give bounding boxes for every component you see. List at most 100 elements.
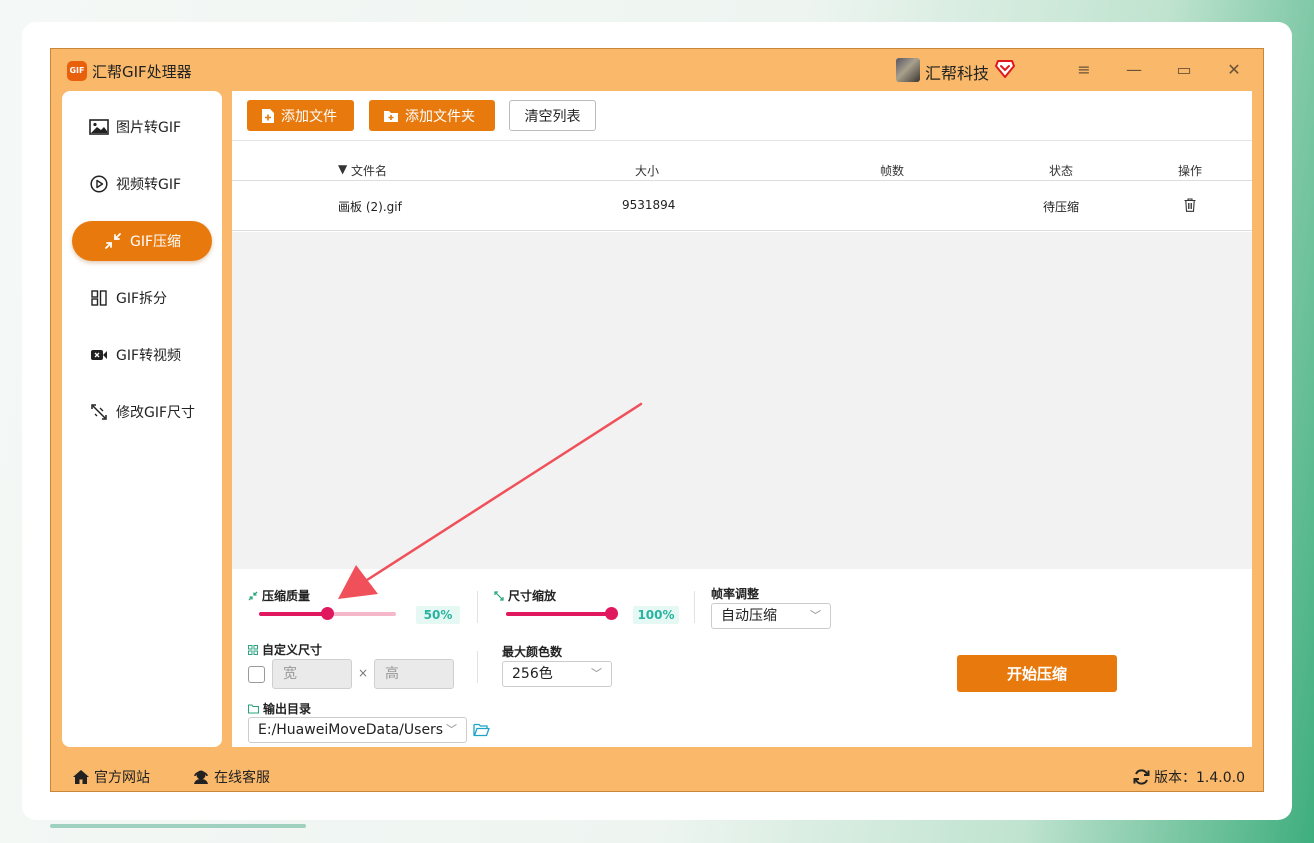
sidebar-item-image-to-gif[interactable]: 图片转GIF — [62, 107, 222, 147]
split-grid-icon — [88, 289, 110, 307]
column-size[interactable]: 大小 — [635, 162, 659, 179]
custom-size-label: 自定义尺寸 — [248, 641, 322, 658]
refresh-icon — [1133, 769, 1150, 785]
maximize-button[interactable]: ▭ — [1173, 59, 1195, 81]
online-support-label: 在线客服 — [214, 770, 270, 786]
play-circle-icon — [88, 175, 110, 193]
file-list-empty-area — [232, 232, 1252, 569]
sidebar-item-gif-to-video[interactable]: GIF转视频 — [62, 335, 222, 375]
official-website-label: 官方网站 — [94, 770, 150, 786]
sidebar-item-label: GIF转视频 — [116, 348, 182, 364]
compress-small-icon — [248, 591, 258, 600]
sidebar-item-label: 修改GIF尺寸 — [116, 405, 196, 421]
framerate-select[interactable]: 自动压缩 ﹀ — [711, 603, 831, 629]
version-label: 版本：1.4.0.0 — [1154, 770, 1245, 786]
scale-fill — [506, 612, 612, 616]
grid-icon — [248, 644, 258, 655]
online-support-link[interactable]: 在线客服 — [192, 767, 270, 787]
clear-list-button[interactable]: 清空列表 — [509, 100, 596, 131]
toolbar: 添加文件 添加文件夹 清空列表 — [232, 91, 1252, 141]
sidebar-item-gif-compress[interactable]: GIF压缩 — [72, 221, 212, 261]
add-file-icon — [262, 108, 274, 123]
column-frames[interactable]: 帧数 — [880, 162, 904, 179]
add-folder-label: 添加文件夹 — [405, 108, 475, 125]
scale-label-text: 尺寸缩放 — [508, 589, 557, 603]
chevron-down-icon: ﹀ — [446, 723, 457, 736]
add-folder-button[interactable]: 添加文件夹 — [369, 100, 495, 131]
custom-size-label-text: 自定义尺寸 — [262, 643, 323, 657]
brand-name: 汇帮科技 — [925, 64, 990, 83]
file-size: 9531894 — [622, 198, 676, 212]
sort-arrow-icon[interactable]: ▼ — [338, 162, 347, 176]
custom-size-checkbox[interactable] — [248, 666, 265, 683]
add-file-label: 添加文件 — [281, 108, 337, 125]
output-dir-label-text: 输出目录 — [263, 702, 312, 716]
scale-slider[interactable] — [506, 607, 618, 621]
max-colors-label: 最大颜色数 — [502, 645, 563, 659]
scale-thumb[interactable] — [605, 607, 618, 620]
scale-percent: 100% — [633, 606, 679, 624]
height-input[interactable]: 高 — [374, 659, 454, 689]
file-name: 画板 (2).gif — [338, 200, 402, 214]
sidebar-item-label: GIF拆分 — [116, 291, 168, 307]
sidebar-item-label: 图片转GIF — [116, 120, 182, 136]
sidebar-item-gif-split[interactable]: GIF拆分 — [62, 278, 222, 318]
chevron-down-icon: ﹀ — [591, 667, 602, 680]
start-compress-button[interactable]: 开始压缩 — [957, 655, 1117, 692]
column-name[interactable]: 文件名 — [351, 162, 387, 179]
open-folder-icon[interactable] — [473, 723, 490, 737]
settings-panel: 压缩质量 50% 尺寸缩放 100% 帧率调整 自动压缩 ﹀ 自定义尺寸 宽 ×… — [232, 569, 1252, 747]
resize-icon — [88, 403, 110, 421]
column-action: 操作 — [1178, 164, 1203, 178]
divider — [477, 651, 478, 683]
column-status[interactable]: 状态 — [1049, 162, 1073, 179]
image-icon — [88, 118, 110, 136]
quality-label-text: 压缩质量 — [262, 589, 311, 603]
chevron-down-icon: ﹀ — [810, 609, 821, 622]
quality-percent: 50% — [416, 606, 460, 624]
sidebar-item-label: 视频转GIF — [116, 177, 182, 193]
avatar[interactable] — [896, 58, 920, 82]
app-title: 汇帮GIF处理器 — [92, 63, 192, 81]
table-header: ▼ 文件名 大小 帧数 状态 操作 — [232, 157, 1252, 181]
scale-label: 尺寸缩放 — [494, 587, 556, 604]
app-window: GIF 汇帮GIF处理器 汇帮科技 ≡ — ▭ ✕ 图片转GIF 视频转GIF — [50, 48, 1264, 792]
quality-label: 压缩质量 — [248, 587, 310, 604]
output-dir-select[interactable]: E:/HuaweiMoveData/Users ﹀ — [248, 717, 467, 743]
footer: 官方网站 在线客服 版本：1.4.0.0 — [51, 757, 1263, 793]
add-file-button[interactable]: 添加文件 — [247, 100, 354, 131]
divider — [477, 591, 478, 623]
decorative-bar — [50, 824, 306, 828]
home-icon — [73, 770, 89, 784]
max-colors-selected: 256色 — [512, 666, 553, 682]
sidebar-item-resize-gif[interactable]: 修改GIF尺寸 — [62, 392, 222, 432]
width-input[interactable]: 宽 — [272, 659, 352, 689]
divider — [694, 591, 695, 623]
scale-icon — [494, 590, 504, 601]
output-dir-label: 输出目录 — [248, 700, 311, 717]
sidebar-item-video-to-gif[interactable]: 视频转GIF — [62, 164, 222, 204]
table-row[interactable]: 画板 (2).gif 9531894 待压缩 — [232, 181, 1252, 231]
quality-thumb[interactable] — [321, 607, 334, 620]
add-folder-icon — [384, 110, 398, 122]
quality-fill — [259, 612, 328, 616]
version-info[interactable]: 版本：1.4.0.0 — [1133, 767, 1245, 787]
menu-icon[interactable]: ≡ — [1073, 59, 1095, 81]
folder-small-icon — [248, 703, 259, 714]
close-button[interactable]: ✕ — [1223, 59, 1245, 81]
quality-slider[interactable] — [259, 607, 396, 621]
sidebar-item-label: GIF压缩 — [130, 234, 182, 250]
sidebar: 图片转GIF 视频转GIF GIF压缩 GIF拆分 GIF转视频 修改GIF尺寸 — [62, 91, 222, 747]
app-logo-icon: GIF — [67, 61, 87, 81]
minimize-button[interactable]: — — [1123, 59, 1145, 81]
trash-icon[interactable] — [1184, 198, 1196, 212]
max-colors-select[interactable]: 256色 ﹀ — [502, 661, 612, 687]
times-sign: × — [358, 666, 369, 680]
support-agent-icon — [194, 770, 208, 784]
output-dir-value: E:/HuaweiMoveData/Users — [258, 722, 444, 738]
framerate-selected: 自动压缩 — [721, 608, 777, 624]
official-website-link[interactable]: 官方网站 — [72, 767, 150, 787]
vip-diamond-icon — [995, 60, 1015, 78]
file-status: 待压缩 — [1043, 200, 1080, 214]
framerate-label: 帧率调整 — [711, 587, 760, 601]
